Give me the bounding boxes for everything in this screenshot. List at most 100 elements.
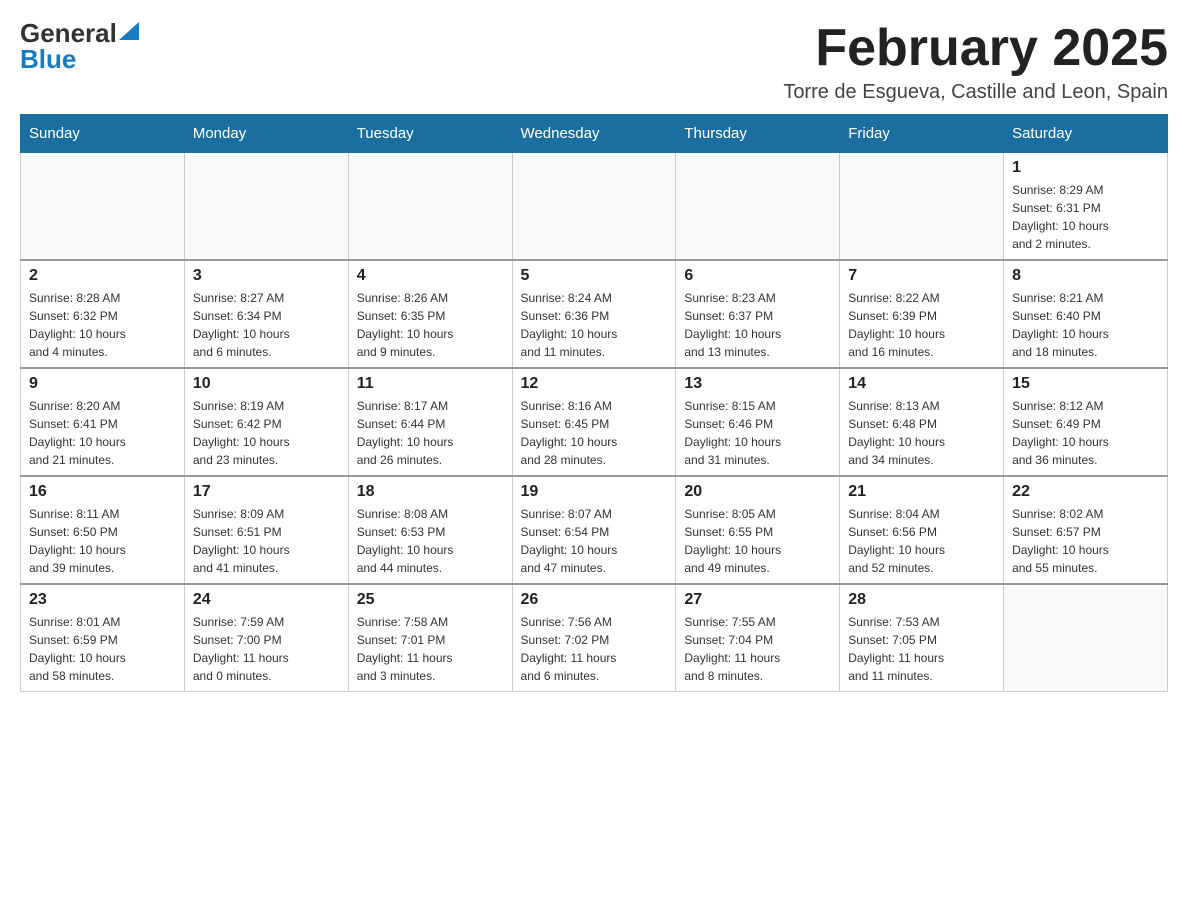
calendar-day-cell xyxy=(676,153,840,261)
weekday-header-thursday: Thursday xyxy=(676,115,840,153)
logo-blue: Blue xyxy=(20,44,76,74)
day-info: Sunrise: 8:20 AM Sunset: 6:41 PM Dayligh… xyxy=(29,397,176,469)
calendar-week-row: 9 Sunrise: 8:20 AM Sunset: 6:41 PM Daylig… xyxy=(21,368,1168,476)
day-number: 24 xyxy=(193,591,340,609)
day-info: Sunrise: 8:15 AM Sunset: 6:46 PM Dayligh… xyxy=(684,397,831,469)
day-info: Sunrise: 8:01 AM Sunset: 6:59 PM Dayligh… xyxy=(29,613,176,685)
calendar-day-cell: 3 Sunrise: 8:27 AM Sunset: 6:34 PM Daylig… xyxy=(184,260,348,368)
title-block: February 2025 Torre de Esgueva, Castille… xyxy=(783,20,1168,104)
logo-general: General xyxy=(20,20,117,46)
calendar-day-cell: 13 Sunrise: 8:15 AM Sunset: 6:46 PM Dayli… xyxy=(676,368,840,476)
calendar-day-cell: 12 Sunrise: 8:16 AM Sunset: 6:45 PM Dayli… xyxy=(512,368,676,476)
day-number: 14 xyxy=(848,375,995,393)
calendar-day-cell: 28Sunrise: 7:53 AM Sunset: 7:05 PM Dayli… xyxy=(840,584,1004,692)
calendar-day-cell xyxy=(21,153,185,261)
calendar-day-cell: 8 Sunrise: 8:21 AM Sunset: 6:40 PM Daylig… xyxy=(1004,260,1168,368)
day-number: 23 xyxy=(29,591,176,609)
page-title: February 2025 xyxy=(783,20,1168,77)
calendar-day-cell: 4 Sunrise: 8:26 AM Sunset: 6:35 PM Daylig… xyxy=(348,260,512,368)
calendar-day-cell: 21 Sunrise: 8:04 AM Sunset: 6:56 PM Dayli… xyxy=(840,476,1004,584)
day-info: Sunrise: 7:55 AM Sunset: 7:04 PM Dayligh… xyxy=(684,613,831,685)
calendar-day-cell: 19 Sunrise: 8:07 AM Sunset: 6:54 PM Dayli… xyxy=(512,476,676,584)
day-number: 17 xyxy=(193,483,340,501)
calendar-day-cell: 17 Sunrise: 8:09 AM Sunset: 6:51 PM Dayli… xyxy=(184,476,348,584)
calendar-day-cell: 5 Sunrise: 8:24 AM Sunset: 6:36 PM Daylig… xyxy=(512,260,676,368)
day-info: Sunrise: 8:21 AM Sunset: 6:40 PM Dayligh… xyxy=(1012,289,1159,361)
day-number: 1 xyxy=(1012,159,1159,177)
day-number: 8 xyxy=(1012,267,1159,285)
calendar-day-cell: 25 Sunrise: 7:58 AM Sunset: 7:01 PM Dayli… xyxy=(348,584,512,692)
calendar-day-cell: 22 Sunrise: 8:02 AM Sunset: 6:57 PM Dayli… xyxy=(1004,476,1168,584)
logo-triangle-icon xyxy=(119,22,139,40)
day-info: Sunrise: 8:12 AM Sunset: 6:49 PM Dayligh… xyxy=(1012,397,1159,469)
day-info: Sunrise: 8:04 AM Sunset: 6:56 PM Dayligh… xyxy=(848,505,995,577)
calendar-day-cell: 26Sunrise: 7:56 AM Sunset: 7:02 PM Dayli… xyxy=(512,584,676,692)
calendar-week-row: 1 Sunrise: 8:29 AM Sunset: 6:31 PM Daylig… xyxy=(21,153,1168,261)
calendar-day-cell: 23 Sunrise: 8:01 AM Sunset: 6:59 PM Dayli… xyxy=(21,584,185,692)
day-info: Sunrise: 8:17 AM Sunset: 6:44 PM Dayligh… xyxy=(357,397,504,469)
logo: General Blue xyxy=(20,20,139,73)
day-number: 20 xyxy=(684,483,831,501)
calendar-day-cell: 18 Sunrise: 8:08 AM Sunset: 6:53 PM Dayli… xyxy=(348,476,512,584)
page-subtitle: Torre de Esgueva, Castille and Leon, Spa… xyxy=(783,81,1168,104)
day-info: Sunrise: 8:26 AM Sunset: 6:35 PM Dayligh… xyxy=(357,289,504,361)
day-number: 19 xyxy=(521,483,668,501)
calendar-day-cell xyxy=(840,153,1004,261)
calendar-table: SundayMondayTuesdayWednesdayThursdayFrid… xyxy=(20,114,1168,692)
calendar-day-cell: 24 Sunrise: 7:59 AM Sunset: 7:00 PM Dayli… xyxy=(184,584,348,692)
day-info: Sunrise: 8:11 AM Sunset: 6:50 PM Dayligh… xyxy=(29,505,176,577)
weekday-header-friday: Friday xyxy=(840,115,1004,153)
day-info: Sunrise: 8:13 AM Sunset: 6:48 PM Dayligh… xyxy=(848,397,995,469)
day-info: Sunrise: 8:27 AM Sunset: 6:34 PM Dayligh… xyxy=(193,289,340,361)
day-number: 13 xyxy=(684,375,831,393)
day-info: Sunrise: 8:24 AM Sunset: 6:36 PM Dayligh… xyxy=(521,289,668,361)
day-number: 18 xyxy=(357,483,504,501)
day-info: Sunrise: 8:19 AM Sunset: 6:42 PM Dayligh… xyxy=(193,397,340,469)
day-info: Sunrise: 8:07 AM Sunset: 6:54 PM Dayligh… xyxy=(521,505,668,577)
day-number: 4 xyxy=(357,267,504,285)
day-number: 25 xyxy=(357,591,504,609)
calendar-day-cell xyxy=(348,153,512,261)
calendar-day-cell: 10 Sunrise: 8:19 AM Sunset: 6:42 PM Dayli… xyxy=(184,368,348,476)
calendar-day-cell: 11Sunrise: 8:17 AM Sunset: 6:44 PM Dayli… xyxy=(348,368,512,476)
calendar-day-cell xyxy=(184,153,348,261)
day-info: Sunrise: 8:22 AM Sunset: 6:39 PM Dayligh… xyxy=(848,289,995,361)
day-number: 10 xyxy=(193,375,340,393)
day-number: 3 xyxy=(193,267,340,285)
calendar-week-row: 2Sunrise: 8:28 AM Sunset: 6:32 PM Daylig… xyxy=(21,260,1168,368)
day-number: 12 xyxy=(521,375,668,393)
day-info: Sunrise: 7:58 AM Sunset: 7:01 PM Dayligh… xyxy=(357,613,504,685)
calendar-week-row: 23 Sunrise: 8:01 AM Sunset: 6:59 PM Dayli… xyxy=(21,584,1168,692)
calendar-day-cell: 1 Sunrise: 8:29 AM Sunset: 6:31 PM Daylig… xyxy=(1004,153,1168,261)
calendar-day-cell: 20Sunrise: 8:05 AM Sunset: 6:55 PM Dayli… xyxy=(676,476,840,584)
day-info: Sunrise: 8:08 AM Sunset: 6:53 PM Dayligh… xyxy=(357,505,504,577)
day-number: 7 xyxy=(848,267,995,285)
calendar-day-cell: 14 Sunrise: 8:13 AM Sunset: 6:48 PM Dayli… xyxy=(840,368,1004,476)
weekday-header-sunday: Sunday xyxy=(21,115,185,153)
weekday-header-row: SundayMondayTuesdayWednesdayThursdayFrid… xyxy=(21,115,1168,153)
day-info: Sunrise: 8:16 AM Sunset: 6:45 PM Dayligh… xyxy=(521,397,668,469)
calendar-day-cell: 27Sunrise: 7:55 AM Sunset: 7:04 PM Dayli… xyxy=(676,584,840,692)
day-info: Sunrise: 8:02 AM Sunset: 6:57 PM Dayligh… xyxy=(1012,505,1159,577)
page-header: General Blue February 2025 Torre de Esgu… xyxy=(20,20,1168,104)
day-info: Sunrise: 8:23 AM Sunset: 6:37 PM Dayligh… xyxy=(684,289,831,361)
day-number: 5 xyxy=(521,267,668,285)
calendar-day-cell: 15 Sunrise: 8:12 AM Sunset: 6:49 PM Dayli… xyxy=(1004,368,1168,476)
weekday-header-monday: Monday xyxy=(184,115,348,153)
weekday-header-tuesday: Tuesday xyxy=(348,115,512,153)
day-info: Sunrise: 8:09 AM Sunset: 6:51 PM Dayligh… xyxy=(193,505,340,577)
day-number: 15 xyxy=(1012,375,1159,393)
day-info: Sunrise: 8:29 AM Sunset: 6:31 PM Dayligh… xyxy=(1012,181,1159,253)
day-info: Sunrise: 8:28 AM Sunset: 6:32 PM Dayligh… xyxy=(29,289,176,361)
weekday-header-saturday: Saturday xyxy=(1004,115,1168,153)
day-number: 22 xyxy=(1012,483,1159,501)
calendar-day-cell xyxy=(512,153,676,261)
day-number: 21 xyxy=(848,483,995,501)
calendar-day-cell: 2Sunrise: 8:28 AM Sunset: 6:32 PM Daylig… xyxy=(21,260,185,368)
day-number: 6 xyxy=(684,267,831,285)
day-number: 9 xyxy=(29,375,176,393)
day-number: 16 xyxy=(29,483,176,501)
calendar-day-cell: 16 Sunrise: 8:11 AM Sunset: 6:50 PM Dayli… xyxy=(21,476,185,584)
day-info: Sunrise: 7:53 AM Sunset: 7:05 PM Dayligh… xyxy=(848,613,995,685)
day-info: Sunrise: 7:59 AM Sunset: 7:00 PM Dayligh… xyxy=(193,613,340,685)
